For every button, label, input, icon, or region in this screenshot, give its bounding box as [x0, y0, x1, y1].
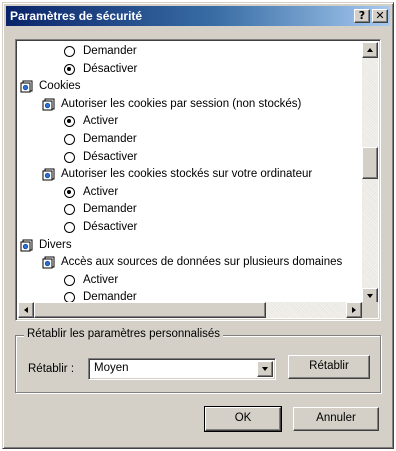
radio-unchecked-icon[interactable] [64, 274, 75, 286]
security-settings-dialog: Paramètres de sécurité ? ✕ Demander Désac… [2, 2, 394, 449]
setting-label: Accès aux sources de données sur plusieu… [61, 256, 343, 269]
arrow-up-icon [367, 48, 373, 52]
horizontal-scrollbar[interactable] [18, 302, 362, 318]
cancel-button[interactable]: Annuler [293, 407, 379, 431]
arrow-left-icon [24, 307, 28, 313]
radio-option[interactable]: Activer [64, 113, 118, 130]
setting-label: Activer [83, 115, 119, 128]
setting-label: Demander [83, 133, 137, 145]
scroll-up-button[interactable] [362, 42, 378, 58]
security-settings-list[interactable]: Demander Désactiver Cookies Autoriser les c… [15, 39, 381, 321]
security-level-dropdown[interactable]: Moyen [88, 358, 276, 380]
scroll-right-button[interactable] [346, 302, 362, 318]
settings-page-icon [42, 168, 55, 181]
settings-subcategory[interactable]: Autoriser les cookies par session (non s… [42, 96, 301, 113]
setting-label: Autoriser les cookies stockés sur votre … [61, 168, 313, 181]
setting-label: Autoriser les cookies par session (non s… [61, 97, 302, 110]
reset-custom-settings-group: Rétablir les paramètres personnalisés Ré… [15, 328, 381, 393]
setting-label: Désactiver [83, 150, 138, 163]
setting-label: Désactiver [83, 221, 138, 233]
radio-option[interactable]: Demander [64, 201, 137, 218]
setting-label: Demander [83, 203, 137, 216]
setting-label: Divers [39, 238, 72, 251]
radio-unchecked-icon[interactable] [64, 204, 75, 216]
setting-label: Désactiver [83, 62, 138, 75]
ok-button[interactable]: OK [204, 406, 282, 432]
chevron-down-icon [262, 367, 268, 371]
security-level-value: Moyen [94, 362, 129, 374]
radio-option[interactable]: Activer [64, 184, 118, 201]
settings-page-icon [20, 80, 33, 93]
arrow-down-icon [367, 294, 373, 298]
vertical-scrollbar[interactable] [362, 42, 378, 304]
radio-unchecked-icon[interactable] [64, 151, 75, 163]
radio-checked-icon[interactable] [64, 186, 75, 198]
settings-page-icon [42, 256, 55, 269]
radio-option[interactable]: Activer [64, 272, 118, 289]
dialog-title: Paramètres de sécurité [10, 9, 143, 23]
settings-page-icon [42, 98, 55, 111]
radio-option[interactable]: Demander [64, 131, 137, 148]
settings-subcategory[interactable]: Autoriser les cookies stockés sur votre … [42, 166, 312, 183]
reset-button[interactable]: Rétablir [288, 355, 370, 379]
settings-category[interactable]: Cookies [20, 78, 81, 95]
radio-checked-icon[interactable] [64, 116, 75, 128]
reset-label: Rétablir : [28, 363, 75, 375]
settings-category[interactable]: Divers [20, 237, 72, 254]
radio-unchecked-icon[interactable] [64, 46, 75, 57]
horizontal-scroll-thumb[interactable] [34, 302, 266, 318]
vertical-scroll-thumb[interactable] [362, 147, 378, 180]
dropdown-button[interactable] [257, 361, 273, 377]
radio-option[interactable]: Désactiver [64, 219, 137, 236]
radio-unchecked-icon[interactable] [64, 222, 75, 233]
setting-label: Activer [83, 185, 119, 198]
setting-label: Demander [83, 45, 137, 57]
setting-label: Cookies [39, 80, 81, 93]
radio-option[interactable]: Désactiver [64, 149, 137, 166]
arrow-right-icon [352, 307, 356, 313]
radio-unchecked-icon[interactable] [64, 134, 75, 145]
scrollbar-corner [362, 302, 378, 318]
radio-option[interactable]: Désactiver [64, 61, 137, 78]
scroll-left-button[interactable] [18, 302, 34, 318]
radio-checked-icon[interactable] [64, 63, 75, 75]
setting-label: Activer [83, 273, 119, 286]
settings-page-icon [20, 239, 33, 252]
radio-option[interactable]: Demander [64, 43, 137, 60]
title-bar[interactable]: Paramètres de sécurité ? ✕ [6, 6, 390, 26]
help-button[interactable]: ? [354, 9, 370, 23]
group-legend: Rétablir les paramètres personnalisés [24, 328, 224, 340]
settings-tree: Demander Désactiver Cookies Autoriser les c… [18, 42, 362, 304]
close-button[interactable]: ✕ [372, 9, 388, 23]
settings-subcategory[interactable]: Accès aux sources de données sur plusieu… [42, 254, 342, 271]
